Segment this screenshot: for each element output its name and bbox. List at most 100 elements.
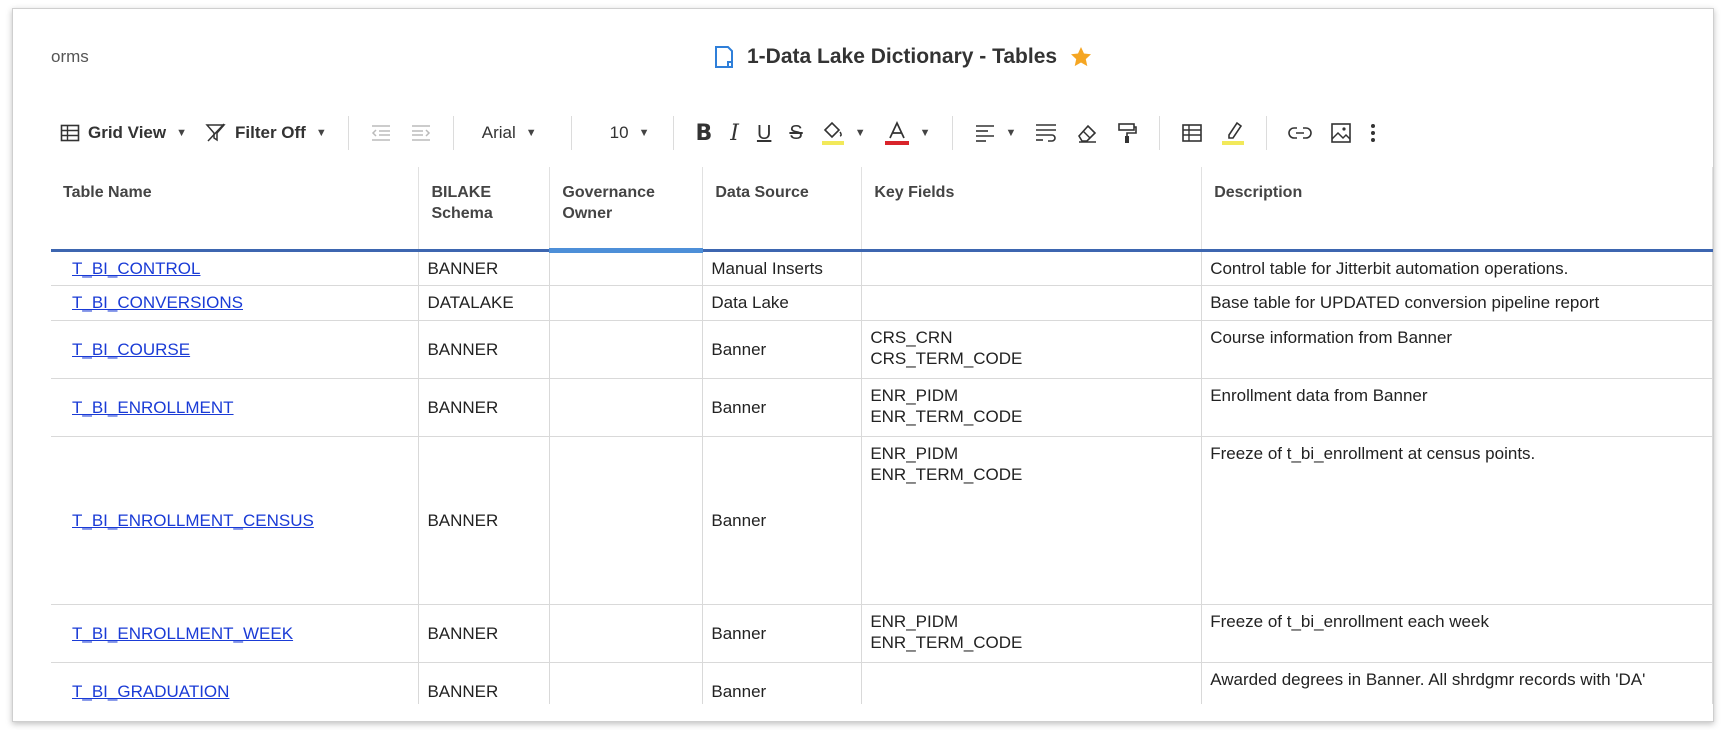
owner-cell[interactable] (549, 250, 704, 286)
grid-view-button[interactable]: Grid View ▼ (51, 113, 196, 153)
more-vertical-icon (1370, 122, 1376, 144)
description-cell[interactable]: Awarded degrees in Banner. All shrdgmr r… (1201, 662, 1713, 704)
table-name-cell[interactable]: T_BI_CONVERSIONS (51, 285, 420, 321)
source-cell[interactable]: Banner (702, 436, 863, 605)
table-button[interactable] (1172, 113, 1212, 153)
paint-bucket-icon (821, 120, 845, 146)
table-name-cell[interactable]: T_BI_GRADUATION (51, 662, 420, 704)
table-row: T_BI_ENROLLMENT BANNER Banner ENR_PIDM E… (51, 378, 1713, 437)
description-cell[interactable]: Freeze of t_bi_enrollment each week (1201, 604, 1713, 663)
schema-cell[interactable]: DATALAKE (418, 285, 551, 321)
description-cell[interactable]: Course information from Banner (1201, 320, 1713, 379)
key-fields-cell[interactable] (861, 250, 1203, 286)
schema-cell[interactable]: BANNER (418, 378, 551, 437)
table-name-cell[interactable]: T_BI_CONTROL (51, 250, 420, 286)
source-cell[interactable]: Banner (702, 662, 863, 704)
description-cell[interactable]: Base table for UPDATED conversion pipeli… (1201, 285, 1713, 321)
owner-cell[interactable] (549, 378, 704, 437)
table-link[interactable]: T_BI_ENROLLMENT (72, 398, 234, 417)
key-fields-cell[interactable] (861, 662, 1203, 704)
format-painter-button[interactable] (1107, 113, 1147, 153)
table-link[interactable]: T_BI_CONVERSIONS (72, 293, 243, 312)
table-name-cell[interactable]: T_BI_COURSE (51, 320, 420, 379)
table-link[interactable]: T_BI_ENROLLMENT_CENSUS (72, 511, 314, 530)
table-row: T_BI_CONVERSIONS DATALAKE Data Lake Base… (51, 285, 1713, 321)
italic-button[interactable]: I (721, 113, 748, 153)
source-cell[interactable]: Banner (702, 378, 863, 437)
owner-cell[interactable] (549, 320, 704, 379)
schema-cell[interactable]: BANNER (418, 662, 551, 704)
sheet-window: orms 1-Data Lake Dictionary - Tables Gri… (12, 8, 1714, 722)
owner-cell[interactable] (549, 436, 704, 605)
schema-cell[interactable]: BANNER (418, 320, 551, 379)
chevron-down-icon: ▼ (854, 127, 866, 139)
star-icon[interactable] (1069, 45, 1093, 69)
grid-view-label: Grid View (88, 123, 167, 142)
column-header-table-name[interactable]: Table Name (51, 167, 420, 252)
toolbar: Grid View ▼ Filter Off ▼ Arial ▼ 10 ▼ B … (51, 107, 1713, 159)
key-fields-cell[interactable]: ENR_PIDM ENR_TERM_CODE (861, 436, 1203, 605)
text-color-button[interactable]: ▼ (875, 113, 940, 153)
highlight-button[interactable] (1212, 113, 1254, 153)
schema-cell[interactable]: BANNER (418, 250, 551, 286)
source-cell[interactable]: Banner (702, 320, 863, 379)
toolbar-divider (1159, 116, 1161, 150)
schema-cell[interactable]: BANNER (418, 604, 551, 663)
description-cell[interactable]: Freeze of t_bi_enrollment at census poin… (1201, 436, 1713, 605)
chevron-down-icon: ▼ (919, 127, 931, 139)
forms-link[interactable]: orms (51, 47, 89, 67)
table-link[interactable]: T_BI_COURSE (72, 340, 190, 359)
owner-cell[interactable] (549, 662, 704, 704)
document-title-area: 1-Data Lake Dictionary - Tables (713, 45, 1093, 69)
image-icon (1330, 122, 1352, 144)
description-cell[interactable]: Enrollment data from Banner (1201, 378, 1713, 437)
table-row: T_BI_ENROLLMENT_WEEK BANNER Banner ENR_P… (51, 604, 1713, 663)
table-link[interactable]: T_BI_ENROLLMENT_WEEK (72, 624, 293, 643)
header-row: Table Name BILAKE Schema Governance Owne… (51, 167, 1713, 253)
underline-button[interactable]: U (748, 113, 780, 153)
indent-icon (410, 124, 432, 142)
table-link[interactable]: T_BI_GRADUATION (72, 682, 229, 701)
indent-button[interactable] (401, 113, 441, 153)
bold-button[interactable]: B (686, 113, 721, 153)
font-family-select[interactable]: Arial ▼ (466, 113, 559, 153)
filter-button[interactable]: Filter Off ▼ (196, 113, 336, 153)
key-fields-cell[interactable]: ENR_PIDM ENR_TERM_CODE (861, 604, 1203, 663)
column-header-governance-owner[interactable]: Governance Owner (549, 167, 704, 253)
strikethrough-button[interactable]: S (780, 113, 811, 153)
source-cell[interactable]: Data Lake (702, 285, 863, 321)
column-header-key-fields[interactable]: Key Fields (861, 167, 1203, 252)
table-link[interactable]: T_BI_CONTROL (72, 259, 200, 278)
owner-cell[interactable] (549, 285, 704, 321)
schema-cell[interactable]: BANNER (418, 436, 551, 605)
table-name-cell[interactable]: T_BI_ENROLLMENT_WEEK (51, 604, 420, 663)
description-cell[interactable]: Control table for Jitterbit automation o… (1201, 250, 1713, 286)
toolbar-divider (452, 116, 454, 150)
owner-cell[interactable] (549, 604, 704, 663)
insert-image-button[interactable] (1321, 113, 1361, 153)
toolbar-divider (1266, 116, 1268, 150)
source-cell[interactable]: Manual Inserts (702, 250, 863, 286)
table-row: T_BI_GRADUATION BANNER Banner Awarded de… (51, 662, 1713, 704)
font-size-select[interactable]: 10 ▼ (584, 113, 662, 153)
highlighter-icon (1221, 120, 1245, 146)
outdent-button[interactable] (361, 113, 401, 153)
table-name-cell[interactable]: T_BI_ENROLLMENT (51, 378, 420, 437)
table-name-cell[interactable]: T_BI_ENROLLMENT_CENSUS (51, 436, 420, 605)
font-size-value: 10 (609, 123, 629, 142)
wrap-text-button[interactable] (1025, 113, 1067, 153)
column-header-data-source[interactable]: Data Source (702, 167, 863, 252)
source-cell[interactable]: Banner (702, 604, 863, 663)
insert-link-button[interactable] (1279, 113, 1321, 153)
fill-color-button[interactable]: ▼ (812, 113, 875, 153)
more-options-button[interactable] (1361, 113, 1385, 153)
align-button[interactable]: ▼ (965, 113, 1026, 153)
clear-format-button[interactable] (1067, 113, 1107, 153)
key-fields-cell[interactable]: CRS_CRN CRS_TERM_CODE (861, 320, 1203, 379)
key-fields-cell[interactable]: ENR_PIDM ENR_TERM_CODE (861, 378, 1203, 437)
align-left-icon (974, 124, 996, 142)
column-header-bilake-schema[interactable]: BILAKE Schema (418, 167, 551, 252)
key-fields-cell[interactable] (861, 285, 1203, 321)
column-header-description[interactable]: Description (1201, 167, 1713, 252)
underline-icon: U (756, 121, 772, 144)
